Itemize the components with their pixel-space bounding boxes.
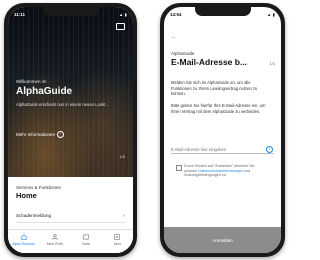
phone-home-screen: 11:11 ▲ ▮ Willkommen im AlphaGuide Alpha… <box>4 3 137 257</box>
status-icons: ▲ ▮ <box>119 11 127 17</box>
tab-label: Mein Profil <box>46 241 63 246</box>
list-item-label: Schadenmeldung <box>16 213 52 218</box>
status-time: 14:54 <box>170 11 182 17</box>
back-arrow-icon[interactable]: ← <box>171 34 177 40</box>
info-icon[interactable]: i <box>266 146 273 153</box>
mail-icon[interactable] <box>116 23 125 30</box>
instruction-paragraph: Bitte geben Sie hierfür Ihre E-Mail-Adre… <box>171 103 266 114</box>
page-title: E-Mail-Adresse b... <box>171 57 248 67</box>
screen-kicker: AlphaGuide <box>171 51 195 56</box>
privacy-link[interactable]: Datenschutzbestimmungen <box>198 169 243 173</box>
tab-infos[interactable]: Infos <box>104 234 130 246</box>
tab-mein-profil[interactable]: Mein Profil <box>42 234 68 246</box>
tab-label: Karte <box>82 241 91 246</box>
circle-arrow-icon: › <box>57 131 65 138</box>
home-screen: 11:11 ▲ ▮ Willkommen im AlphaGuide Alpha… <box>8 7 133 253</box>
tab-label: Infos <box>113 241 122 246</box>
login-screen: 14:54 ▲ ▮ ← AlphaGuide E-Mail-Adresse b.… <box>164 7 281 253</box>
status-icons: ▲ ▮ <box>267 11 275 17</box>
sheet-title: Home <box>16 191 37 200</box>
tab-bar: Alpha Services Mein Profil Karte Infos <box>8 229 133 253</box>
phone-notch <box>194 7 251 16</box>
hero-subtitle: AlphaGuide erscheint nun in einem neuen … <box>16 102 109 107</box>
step-indicator: 1/3 <box>269 61 275 66</box>
status-time: 11:11 <box>14 11 26 17</box>
more-info-link[interactable]: Mehr Informationen › <box>16 131 65 138</box>
hero-welcome: Willkommen im <box>16 79 47 84</box>
hero-banner: 11:11 ▲ ▮ Willkommen im AlphaGuide Alpha… <box>8 7 133 177</box>
consent-text: Durch Klicken auf "Anmelden" stimmen Sie… <box>184 164 268 178</box>
tab-alpha-services[interactable]: Alpha Services <box>11 234 37 246</box>
tab-label: Alpha Services <box>12 241 35 246</box>
person-icon <box>52 234 58 240</box>
phone-notch <box>42 7 99 16</box>
chevron-right-icon: › <box>123 213 125 219</box>
sheet-kicker: Services & Funktionen <box>16 185 62 190</box>
intro-paragraph: Melden Sie sich im AlphaGuide an, um all… <box>171 80 258 96</box>
map-icon <box>83 234 89 240</box>
tab-karte[interactable]: Karte <box>73 234 99 246</box>
hero-pager: 1/3 <box>119 154 125 159</box>
email-field[interactable] <box>171 146 274 154</box>
info-list-icon <box>114 234 121 240</box>
login-button[interactable]: Anmelden <box>164 227 281 253</box>
more-info-label: Mehr Informationen <box>16 132 56 137</box>
home-icon <box>20 234 27 240</box>
phone-login-screen: 14:54 ▲ ▮ ← AlphaGuide E-Mail-Adresse b.… <box>160 3 285 257</box>
list-item-schadenmeldung[interactable]: Schadenmeldung › <box>16 213 125 223</box>
consent-checkbox[interactable] <box>176 165 182 171</box>
hero-title: AlphaGuide <box>16 86 73 97</box>
